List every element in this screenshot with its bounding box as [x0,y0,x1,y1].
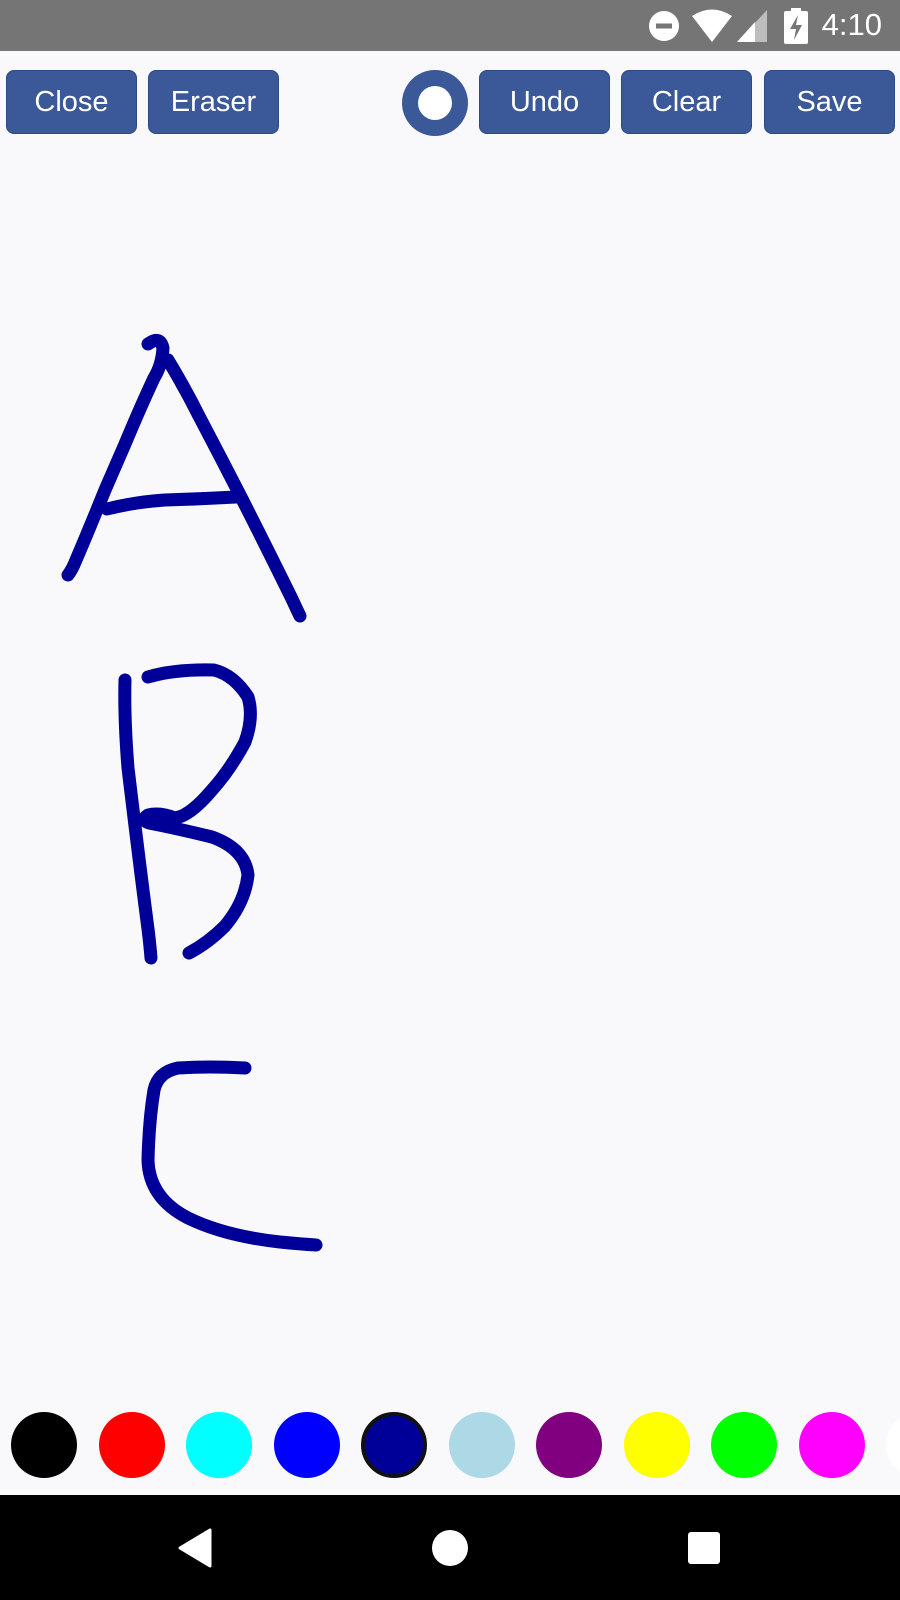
wifi-icon [692,9,732,42]
home-icon[interactable] [430,1528,470,1568]
color-swatch-green[interactable] [711,1412,777,1478]
color-swatch-dark-blue[interactable] [361,1412,427,1478]
battery-charging-icon [784,8,808,44]
color-swatch-yellow[interactable] [624,1412,690,1478]
stroke-a-left [61,333,170,582]
color-palette [0,1401,900,1495]
undo-button[interactable]: Undo [479,70,610,134]
stroke-a-crossbar [100,490,243,516]
color-swatch-cyan[interactable] [186,1412,252,1478]
color-swatch-blue[interactable] [274,1412,340,1478]
brush-size-button[interactable] [402,70,468,136]
clear-button[interactable]: Clear [621,70,752,134]
close-button[interactable]: Close [6,70,137,134]
eraser-button[interactable]: Eraser [148,70,279,134]
stroke-c [141,1060,323,1252]
status-time: 4:10 [821,7,882,42]
color-swatch-light-blue[interactable] [449,1412,515,1478]
stroke-a-right [161,353,307,623]
drawing-canvas[interactable] [0,151,900,1401]
color-swatch-black[interactable] [11,1412,77,1478]
brush-size-icon [418,86,452,120]
status-bar: 4:10 [0,0,900,51]
navigation-bar [0,1495,900,1600]
color-swatch-red[interactable] [99,1412,165,1478]
recents-icon[interactable] [686,1530,722,1566]
drawing-surface[interactable] [0,151,900,1401]
stroke-b-bowls [137,663,257,960]
color-swatch-purple[interactable] [536,1412,602,1478]
do-not-disturb-icon [649,11,679,41]
toolbar: Close Eraser Undo Clear Save [0,51,900,151]
color-swatch-magenta[interactable] [799,1412,865,1478]
cell-signal-icon [737,10,767,42]
color-swatch-white[interactable] [886,1412,900,1478]
back-icon[interactable] [176,1528,216,1568]
save-button[interactable]: Save [764,70,895,134]
